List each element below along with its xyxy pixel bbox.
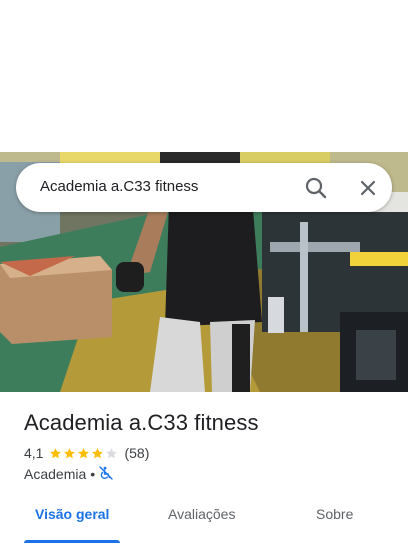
search-input[interactable]: Academia a.C33 fitness (40, 178, 198, 195)
separator-dot: • (90, 466, 96, 482)
star-filled-icon (50, 447, 62, 458)
category-label: Academia (24, 466, 87, 482)
tab-about[interactable]: Sobre (316, 506, 353, 522)
rating-row[interactable]: 4,1 (58) (24, 445, 149, 461)
review-count[interactable]: (58) (124, 445, 149, 461)
star-filled-icon (78, 447, 90, 458)
wheelchair-not-accessible-icon (99, 465, 113, 483)
tab-overview[interactable]: Visão geral (35, 506, 109, 522)
search-icon[interactable] (302, 174, 330, 202)
search-bar[interactable]: Academia a.C33 fitness (16, 163, 392, 212)
active-tab-indicator (24, 540, 120, 543)
rating-value: 4,1 (24, 445, 44, 461)
tab-reviews[interactable]: Avaliações (168, 506, 235, 522)
category-row: Academia • (24, 465, 113, 483)
star-rating (49, 447, 118, 460)
close-icon[interactable] (354, 174, 382, 202)
star-filled-icon (92, 447, 104, 458)
star-filled-icon (64, 447, 76, 458)
star-empty-icon (106, 447, 118, 458)
place-tabs: Visão geral Avaliações Sobre (0, 492, 408, 544)
place-title: Academia a.C33 fitness (24, 410, 259, 435)
